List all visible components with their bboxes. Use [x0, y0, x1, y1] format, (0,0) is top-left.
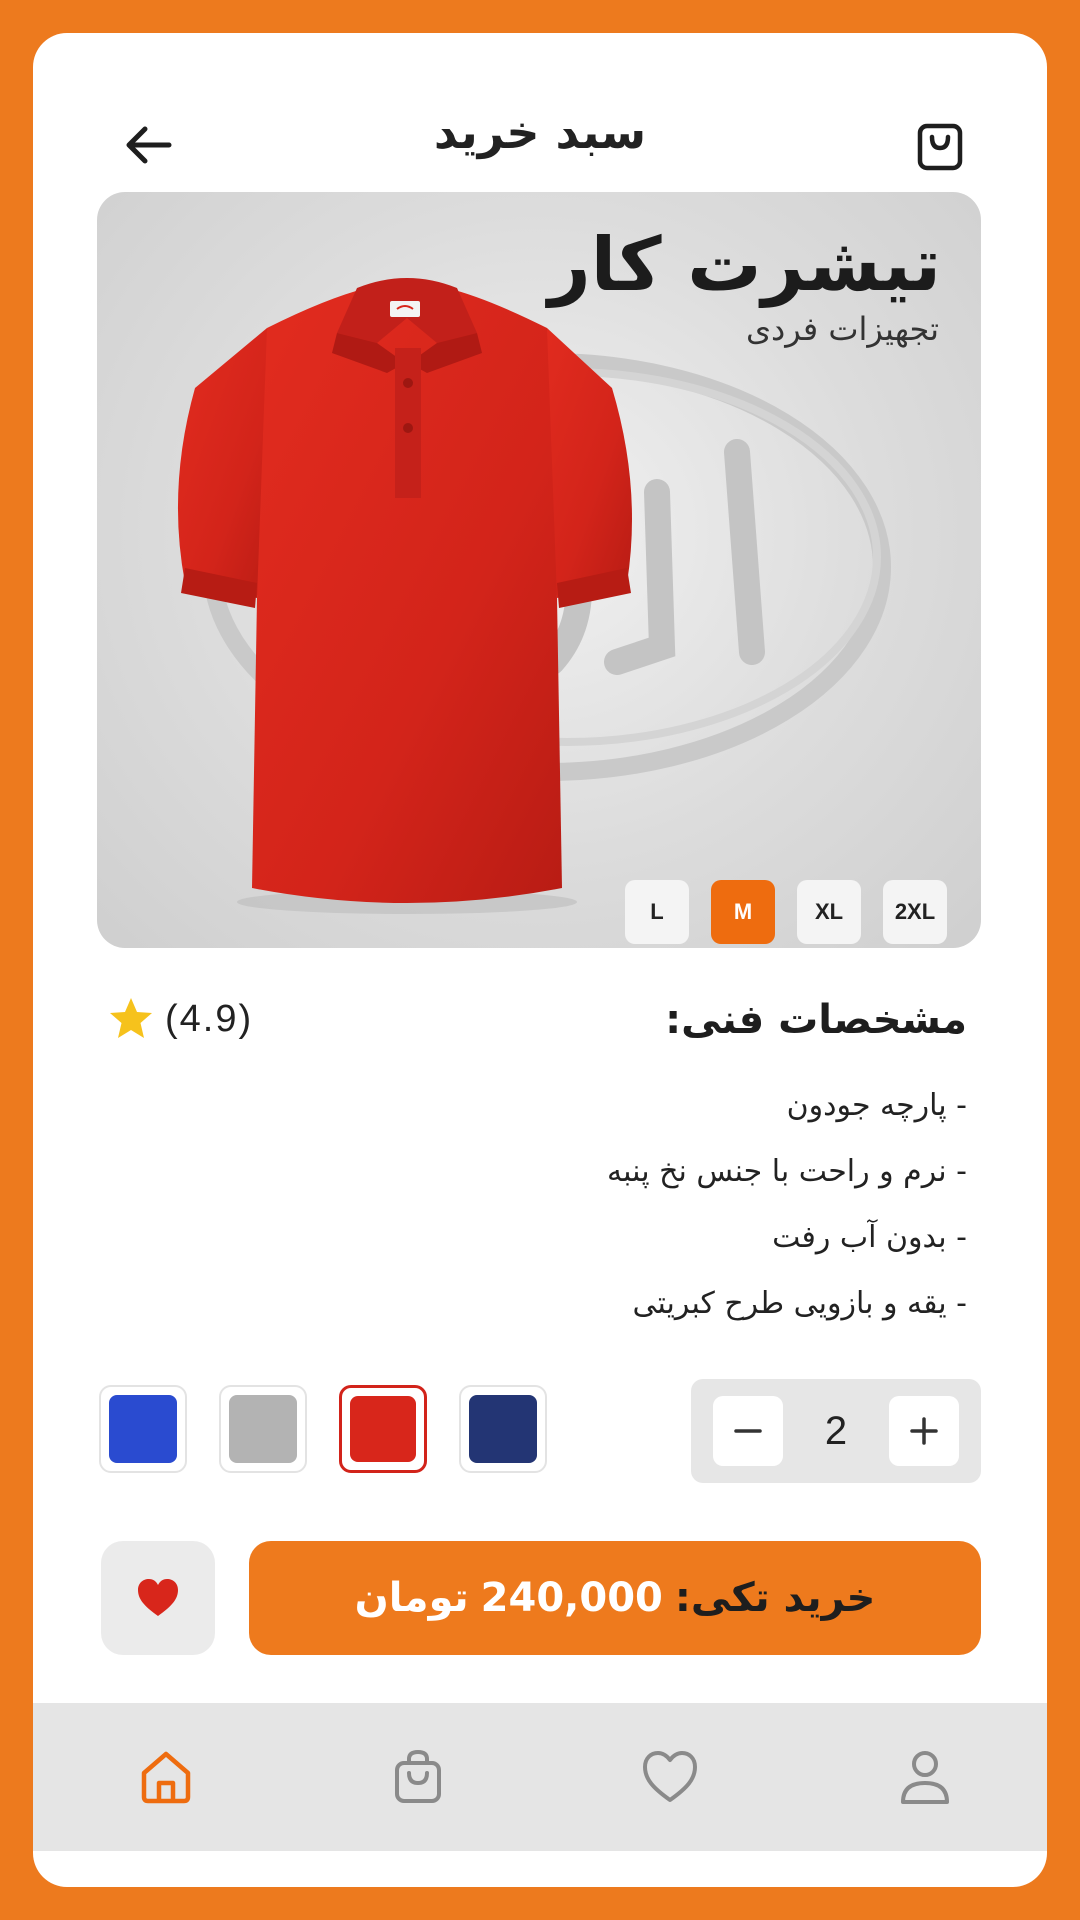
color-swatch-blue[interactable] [99, 1385, 187, 1473]
swatch-fill [350, 1396, 416, 1462]
size-selector: 2XL XL M L [625, 880, 947, 944]
buy-button[interactable]: خرید تکی: 240,000 تومان [249, 1541, 981, 1655]
decrease-quantity-button[interactable] [713, 1396, 783, 1466]
heart-icon [138, 1579, 178, 1616]
spec-item: - بدون آب رفت [772, 1220, 967, 1255]
nav-item-home[interactable] [136, 1747, 196, 1807]
heart-outline-icon [643, 1751, 697, 1802]
nav-item-profile[interactable] [895, 1747, 955, 1807]
spec-item: - پارچه جودون [786, 1088, 967, 1123]
red-polo-shirt-image [177, 278, 632, 914]
product-title: تیشرت کار [548, 222, 942, 308]
minus-icon [734, 1429, 762, 1433]
shopping-bag-icon [917, 123, 963, 171]
color-swatch-gray[interactable] [219, 1385, 307, 1473]
buy-currency: تومان [354, 1575, 469, 1621]
swatch-fill [229, 1395, 297, 1463]
cart-button[interactable] [911, 117, 969, 175]
size-option-m[interactable]: M [711, 880, 775, 944]
product-card: سبد خرید تیشرت کار تجهیزات فردی 2XL XL M… [33, 33, 1047, 1887]
home-icon [141, 1751, 191, 1804]
favorite-button[interactable] [101, 1541, 215, 1655]
quantity-stepper: 2 [691, 1379, 981, 1483]
spec-item: - یقه و بازویی طرح کبریتی [632, 1286, 967, 1321]
quantity-value: 2 [824, 1409, 848, 1453]
increase-quantity-button[interactable] [889, 1396, 959, 1466]
spec-item: - نرم و راحت با جنس نخ پنبه [607, 1154, 967, 1189]
nav-item-favorites[interactable] [640, 1747, 700, 1807]
color-selector [99, 1385, 547, 1473]
buy-price: 240,000 [480, 1575, 663, 1621]
specs-title: مشخصات فنی: [665, 997, 967, 1043]
product-subtitle: تجهیزات فردی [745, 310, 939, 348]
page-title: سبد خرید [433, 105, 647, 159]
user-icon [901, 1751, 949, 1804]
color-swatch-red[interactable] [339, 1385, 427, 1473]
rating: (4.9) [107, 995, 253, 1043]
star-icon [110, 998, 152, 1038]
size-option-l[interactable]: L [625, 880, 689, 944]
specs-list: - پارچه جودون - نرم و راحت با جنس نخ پنب… [607, 1073, 967, 1337]
buy-label: خرید تکی: [674, 1575, 876, 1621]
product-hero: تیشرت کار تجهیزات فردی 2XL XL M L [97, 192, 981, 948]
color-swatch-navy[interactable] [459, 1385, 547, 1473]
size-option-2xl[interactable]: 2XL [883, 880, 947, 944]
plus-icon [910, 1417, 938, 1445]
swatch-fill [109, 1395, 177, 1463]
size-option-xl[interactable]: XL [797, 880, 861, 944]
shopping-bag-icon [395, 1749, 441, 1803]
swatch-fill [469, 1395, 537, 1463]
rating-value: (4.9) [165, 997, 254, 1040]
nav-item-cart[interactable] [388, 1747, 448, 1807]
bottom-navigation [33, 1703, 1047, 1851]
